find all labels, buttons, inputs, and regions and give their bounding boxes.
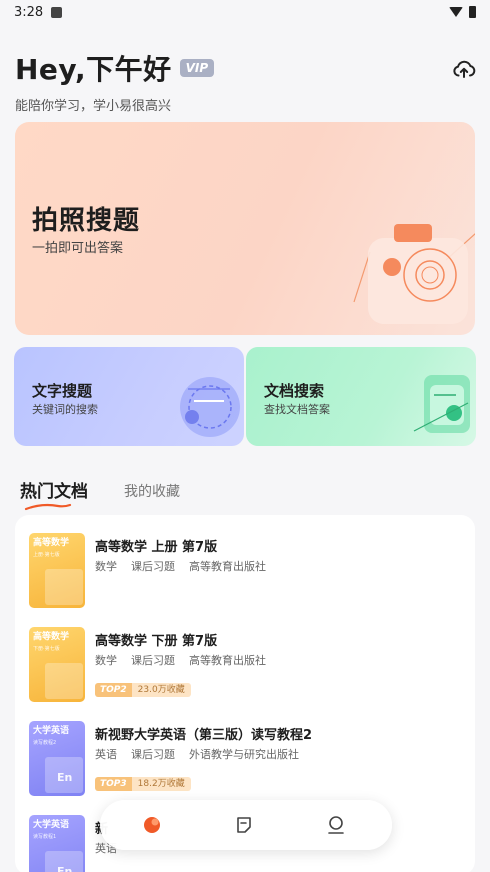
nav-home[interactable] — [140, 813, 164, 837]
rank-label: TOP2 — [95, 683, 132, 697]
cloud-upload-icon[interactable] — [452, 57, 476, 81]
doc-search-illustration-icon — [413, 375, 470, 433]
text-search-illustration-icon — [180, 377, 240, 437]
doc-search-description: 查找文档答案 — [264, 403, 330, 416]
notification-icon — [51, 6, 63, 18]
doc-search-card[interactable]: 文档搜索 查找文档答案 — [246, 347, 476, 446]
status-bar: 3:28 — [0, 0, 490, 24]
document-cover: 大学英语 读写教程1 En — [29, 815, 85, 872]
tag-type: 课后习题 — [131, 748, 175, 761]
bottom-navigation — [100, 800, 392, 850]
cover-decoration — [45, 663, 83, 699]
list-item[interactable]: 高等数学 上册·第七版 高等数学 上册 第7版 数学 课后习题 高等教育出版社 — [29, 533, 459, 613]
list-item[interactable]: 大学英语 读写教程2 En 新视野大学英语（第三版）读写教程2 英语 课后习题 … — [29, 721, 459, 801]
doc-search-title: 文档搜索 — [264, 382, 325, 400]
status-time: 3:28 — [14, 4, 44, 20]
cover-subtitle: 读写教程2 — [33, 740, 57, 746]
tag-type: 课后习题 — [131, 654, 175, 667]
document-tags: 数学 课后习题 高等教育出版社 — [95, 558, 266, 574]
document-tags: 英语 课后习题 外语教学与研究出版社 — [95, 746, 299, 762]
tag-subject: 数学 — [95, 560, 117, 573]
wifi-icon — [449, 7, 463, 17]
tab-hot-docs-label: 热门文档 — [20, 482, 88, 502]
document-tags: 数学 课后习题 高等教育出版社 — [95, 652, 266, 668]
document-cover: 高等数学 上册·第七版 — [29, 533, 85, 608]
favorite-count: 18.2万收藏 — [131, 777, 191, 791]
cover-title: 高等数学 — [33, 632, 70, 642]
photo-search-description: 一拍即可出答案 — [32, 241, 124, 256]
cover-title: 高等数学 — [33, 538, 70, 548]
nav-profile[interactable] — [324, 813, 348, 837]
cover-title: 大学英语 — [33, 726, 70, 736]
vip-badge[interactable]: VIP — [179, 59, 215, 77]
greeting-subtitle: 能陪你学习，学小易很高兴 — [15, 99, 172, 114]
cover-subtitle: 读写教程1 — [33, 834, 57, 840]
cover-decoration — [45, 569, 83, 605]
status-indicators — [449, 6, 476, 18]
tab-active-indicator — [24, 503, 72, 511]
camera-icon — [353, 224, 475, 324]
document-title: 高等数学 下册 第7版 — [95, 634, 218, 649]
photo-search-title: 拍照搜题 — [32, 206, 141, 236]
document-title: 高等数学 上册 第7版 — [95, 540, 218, 555]
document-cover: 高等数学 下册·第七版 — [29, 627, 85, 702]
list-item[interactable]: 高等数学 下册·第七版 高等数学 下册 第7版 数学 课后习题 高等教育出版社 … — [29, 627, 459, 707]
greeting-row: Hey,下午好 VIP — [15, 48, 215, 88]
cover-title: 大学英语 — [33, 820, 70, 830]
rank-badge: TOP2 23.0万收藏 — [95, 683, 191, 697]
tab-hot-docs[interactable]: 热门文档 — [20, 477, 88, 511]
rank-label: TOP3 — [95, 777, 132, 791]
note-icon — [237, 817, 251, 833]
nav-notes[interactable] — [232, 813, 256, 837]
battery-icon — [469, 6, 476, 18]
cover-logo: En — [57, 771, 73, 784]
favorite-count: 23.0万收藏 — [131, 683, 191, 697]
document-title: 新视野大学英语（第三版）读写教程2 — [95, 728, 313, 743]
tag-publisher: 高等教育出版社 — [189, 654, 266, 667]
greeting-title: Hey,下午好 — [15, 53, 172, 86]
document-cover: 大学英语 读写教程2 En — [29, 721, 85, 796]
tag-type: 课后习题 — [131, 560, 175, 573]
tag-publisher: 高等教育出版社 — [189, 560, 266, 573]
rank-badge: TOP3 18.2万收藏 — [95, 777, 191, 791]
tag-subject: 数学 — [95, 654, 117, 667]
text-search-title: 文字搜题 — [32, 382, 93, 400]
tag-subject: 英语 — [95, 748, 117, 761]
photo-search-card[interactable]: 拍照搜题 一拍即可出答案 — [15, 122, 475, 335]
profile-icon — [328, 816, 344, 834]
cover-subtitle: 上册·第七版 — [33, 552, 60, 558]
home-icon — [144, 817, 160, 833]
cover-subtitle: 下册·第七版 — [33, 646, 60, 652]
cover-logo: En — [57, 865, 73, 872]
tab-my-favorites[interactable]: 我的收藏 — [124, 481, 180, 502]
text-search-card[interactable]: 文字搜题 关键词的搜索 — [14, 347, 244, 446]
text-search-description: 关键词的搜索 — [32, 403, 98, 416]
document-tabs: 热门文档 我的收藏 — [20, 477, 180, 511]
tag-publisher: 外语教学与研究出版社 — [189, 748, 299, 761]
